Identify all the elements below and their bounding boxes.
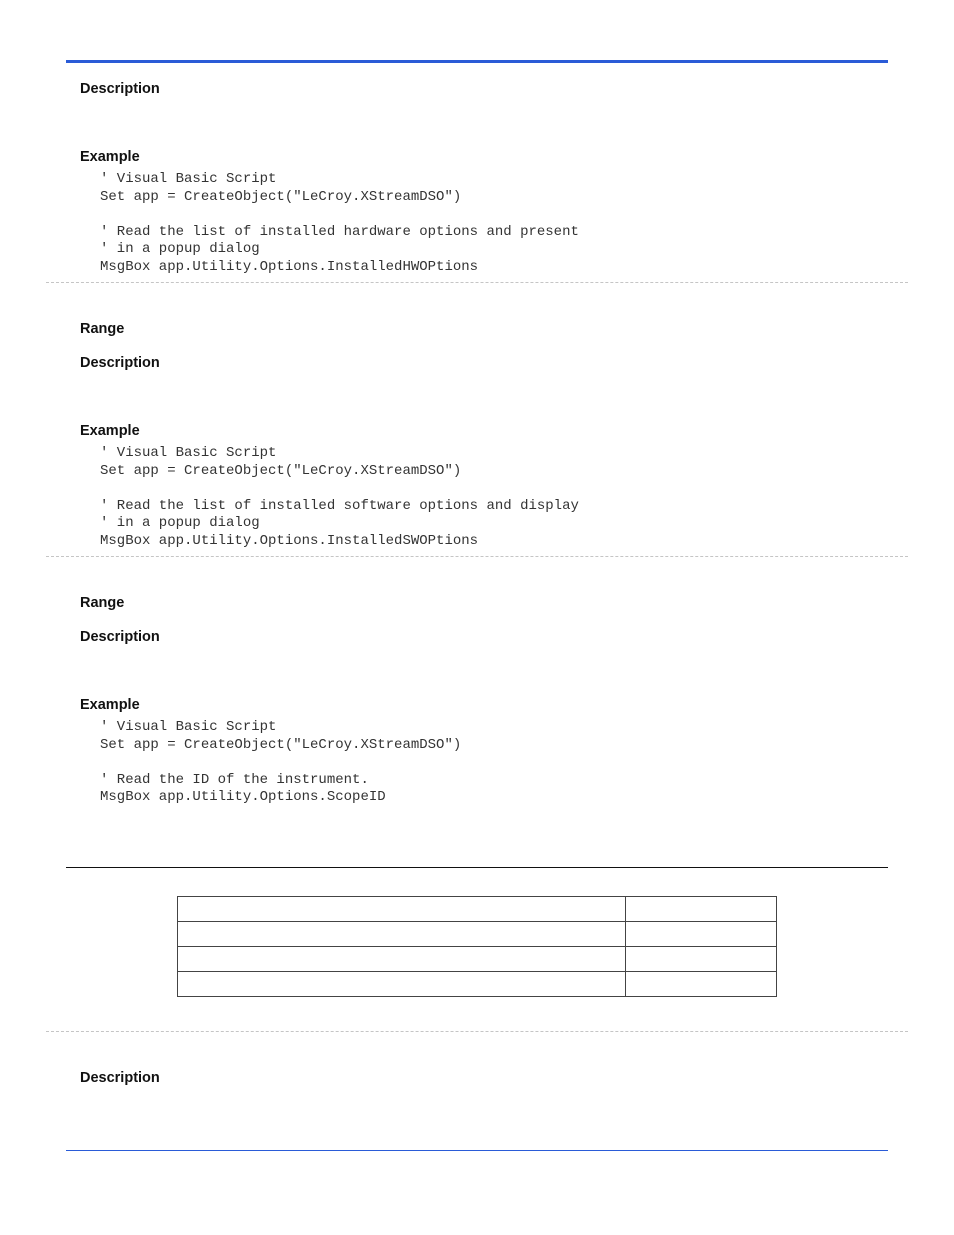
document-page: Description Example ' Visual Basic Scrip… bbox=[0, 0, 954, 1181]
table-row bbox=[178, 921, 777, 946]
heading-example: Example bbox=[66, 149, 888, 165]
top-rule bbox=[66, 60, 888, 63]
heading-description: Description bbox=[66, 629, 888, 645]
dashed-separator bbox=[46, 282, 908, 283]
heading-description: Description bbox=[66, 1070, 888, 1086]
code-block-1: ' Visual Basic Script Set app = CreateOb… bbox=[66, 171, 888, 276]
dashed-separator bbox=[46, 556, 908, 557]
heading-description: Description bbox=[66, 81, 888, 97]
solid-separator bbox=[66, 867, 888, 868]
heading-example: Example bbox=[66, 697, 888, 713]
dashed-separator bbox=[46, 1031, 908, 1032]
code-block-3: ' Visual Basic Script Set app = CreateOb… bbox=[66, 719, 888, 807]
heading-range: Range bbox=[66, 321, 888, 337]
code-block-2: ' Visual Basic Script Set app = CreateOb… bbox=[66, 445, 888, 550]
table-row bbox=[178, 946, 777, 971]
empty-table bbox=[177, 896, 777, 997]
heading-example: Example bbox=[66, 423, 888, 439]
heading-range: Range bbox=[66, 595, 888, 611]
bottom-rule bbox=[66, 1150, 888, 1151]
heading-description: Description bbox=[66, 355, 888, 371]
table-row bbox=[178, 896, 777, 921]
table-row bbox=[178, 971, 777, 996]
